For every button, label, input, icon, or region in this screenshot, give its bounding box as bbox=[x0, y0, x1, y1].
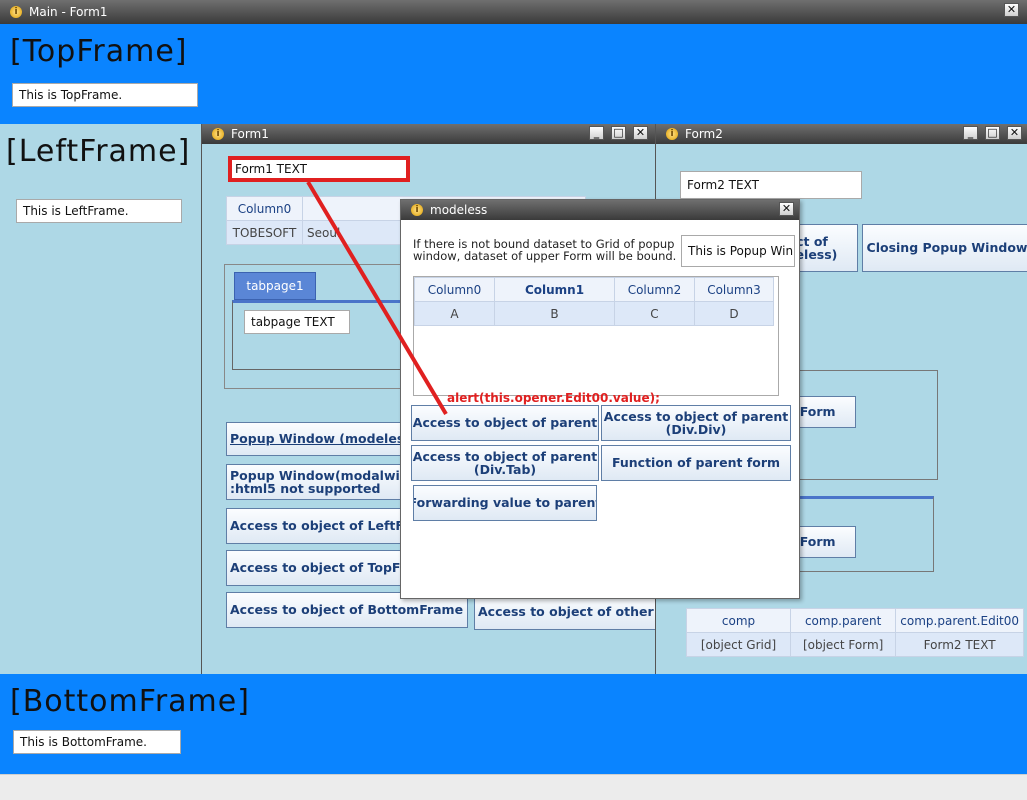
minimize-icon[interactable]: _ bbox=[963, 126, 978, 140]
status-bar bbox=[0, 774, 1027, 800]
form2-title: Form2 bbox=[685, 127, 723, 141]
function-parent-label: Function of parent form bbox=[611, 455, 781, 471]
form2-grid[interactable]: comp comp.parent comp.parent.Edit00 [objec… bbox=[685, 608, 1024, 657]
modeless-title: modeless bbox=[430, 203, 488, 217]
closing-popup-button[interactable]: Closing Popup Window bbox=[862, 224, 1027, 272]
minimize-icon[interactable]: _ bbox=[589, 126, 604, 140]
maximize-icon[interactable]: □ bbox=[985, 126, 1000, 140]
access-bottomframe-label: Access to object of BottomFrame bbox=[230, 602, 464, 618]
close-icon[interactable]: ✕ bbox=[633, 126, 648, 140]
grid-header: Column0 bbox=[414, 277, 495, 302]
access-parent-tab-button[interactable]: Access to object of parent (Div.Tab) bbox=[411, 445, 599, 481]
top-frame-title: [TopFrame] bbox=[10, 34, 188, 69]
left-frame-edit[interactable]: This is LeftFrame. bbox=[16, 199, 182, 223]
grid-header: comp.parent.Edit00 bbox=[895, 608, 1024, 633]
bottom-frame-edit[interactable]: This is BottomFrame. bbox=[13, 730, 181, 754]
grid-cell: [object Grid] bbox=[685, 632, 792, 657]
modeless-window: i modeless ✕ If there is not bound datas… bbox=[400, 199, 800, 599]
modeless-title-bar: i modeless ✕ bbox=[401, 200, 799, 220]
form2-title-bar: i Form2 _ □ ✕ bbox=[656, 124, 1027, 144]
main-window-title: Main - Form1 bbox=[29, 5, 108, 19]
forwarding-value-label: Forwarding value to parent bbox=[413, 495, 597, 511]
grid-header: comp bbox=[685, 608, 792, 633]
access-parent-button[interactable]: Access to object of parent bbox=[411, 405, 599, 441]
access-other-form-button[interactable]: Access to object of other form bbox=[474, 594, 655, 630]
grid-cell: D bbox=[694, 301, 774, 326]
main-title-bar: i Main - Form1 ✕ bbox=[0, 0, 1027, 24]
description-line-2: window, dataset of upper Form will be bo… bbox=[413, 249, 677, 263]
app-info-icon: i bbox=[10, 6, 22, 18]
top-frame: [TopFrame] This is TopFrame. bbox=[0, 24, 1027, 124]
access-div-label-2: (Div.Div) bbox=[665, 422, 727, 437]
tab-tabpage1[interactable]: tabpage1 bbox=[234, 272, 316, 300]
access-other-form-label: Access to object of other form bbox=[478, 604, 655, 620]
closing-popup-label: Closing Popup Window bbox=[866, 240, 1027, 256]
maximize-icon[interactable]: □ bbox=[611, 126, 626, 140]
grid-cell: Form2 TEXT bbox=[895, 632, 1024, 657]
form1-info-icon: i bbox=[212, 128, 224, 140]
grid-header: Column1 bbox=[494, 277, 615, 302]
form1-title: Form1 bbox=[231, 127, 269, 141]
modeless-info-icon: i bbox=[411, 204, 423, 216]
bottom-frame: [BottomFrame] This is BottomFrame. bbox=[0, 674, 1027, 774]
grid-header: Column2 bbox=[614, 277, 695, 302]
grid-cell: A bbox=[414, 301, 495, 326]
tabpage-edit[interactable]: tabpage TEXT bbox=[244, 310, 350, 334]
form2-edit[interactable]: Form2 TEXT bbox=[680, 171, 862, 199]
close-icon[interactable]: ✕ bbox=[779, 202, 794, 216]
form2-info-icon: i bbox=[666, 128, 678, 140]
grid-cell: [object Form] bbox=[790, 632, 897, 657]
bottom-frame-title: [BottomFrame] bbox=[10, 684, 250, 719]
grid-cell: C bbox=[614, 301, 695, 326]
alert-annotation: alert(this.opener.Edit00.value); bbox=[447, 391, 660, 405]
function-parent-button[interactable]: Function of parent form bbox=[601, 445, 791, 481]
popup-edit[interactable]: This is Popup Win bbox=[681, 235, 795, 267]
grid-cell: TOBESOFT bbox=[226, 220, 303, 245]
left-frame: [LeftFrame] This is LeftFrame. bbox=[0, 124, 202, 674]
close-icon[interactable]: ✕ bbox=[1004, 3, 1019, 17]
grid-header: comp.parent bbox=[790, 608, 897, 633]
close-icon[interactable]: ✕ bbox=[1007, 126, 1022, 140]
grid-cell: B bbox=[494, 301, 615, 326]
grid-header: Column0 bbox=[226, 196, 303, 221]
grid-header: Column3 bbox=[694, 277, 774, 302]
modeless-description: If there is not bound dataset to Grid of… bbox=[413, 238, 683, 262]
form1-title-bar: i Form1 _ □ ✕ bbox=[202, 124, 655, 144]
left-frame-title: [LeftFrame] bbox=[6, 134, 191, 169]
access-parent-label: Access to object of parent bbox=[412, 415, 598, 431]
top-frame-edit[interactable]: This is TopFrame. bbox=[12, 83, 198, 107]
popup-modeless-label: Popup Window (modeless) bbox=[230, 431, 418, 447]
access-parent-div-button[interactable]: Access to object of parent (Div.Div) bbox=[601, 405, 791, 441]
popup-grid[interactable]: Column0 Column1 Column2 Column3 A B C D bbox=[414, 277, 774, 326]
forwarding-value-button[interactable]: Forwarding value to parent bbox=[413, 485, 597, 521]
access-tab-label-2: (Div.Tab) bbox=[473, 462, 537, 477]
popup-modal-label-2: :html5 not supported bbox=[230, 481, 381, 496]
form1-edit[interactable]: Form1 TEXT bbox=[228, 156, 410, 182]
